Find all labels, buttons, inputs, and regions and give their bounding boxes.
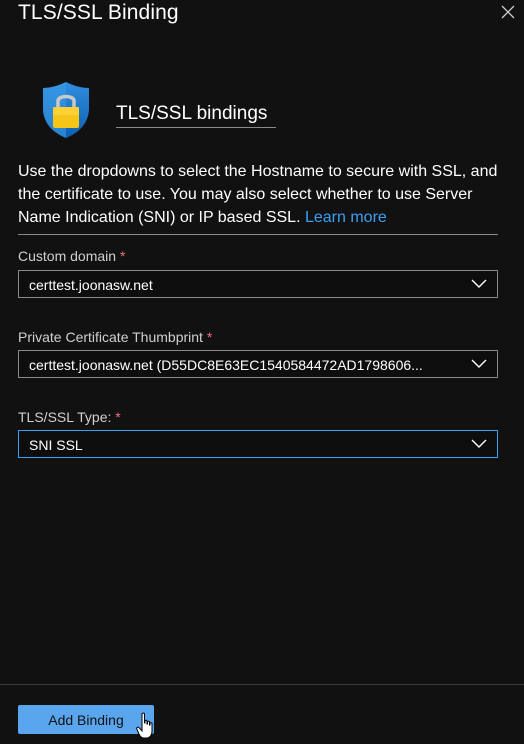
chevron-down-icon <box>471 279 487 288</box>
chevron-down-icon <box>471 439 487 448</box>
section-title: TLS/SSL bindings <box>116 103 268 124</box>
footer-divider <box>0 684 524 685</box>
panel-title: TLS/SSL Binding <box>18 1 179 24</box>
shield-lock-icon <box>43 82 89 138</box>
divider <box>18 234 498 235</box>
learn-more-link[interactable]: Learn more <box>305 209 387 226</box>
thumbprint-value: certtest.joonasw.net (D55DC8E63EC1540584… <box>29 357 423 373</box>
thumbprint-dropdown[interactable]: certtest.joonasw.net (D55DC8E63EC1540584… <box>18 350 498 378</box>
ssl-type-value: SNI SSL <box>29 437 83 453</box>
chevron-down-icon <box>471 359 487 368</box>
required-marker: * <box>119 248 126 264</box>
thumbprint-label: Private Certificate Thumbprint * <box>18 329 213 345</box>
hand-cursor-icon <box>136 712 153 739</box>
description-text: Use the dropdowns to select the Hostname… <box>18 163 498 226</box>
section-title-underline <box>116 127 276 128</box>
required-marker: * <box>115 409 121 425</box>
custom-domain-value: certtest.joonasw.net <box>29 277 153 293</box>
close-icon[interactable] <box>498 2 518 22</box>
custom-domain-label: Custom domain * <box>18 248 126 264</box>
ssl-type-label: TLS/SSL Type: * <box>18 409 121 425</box>
required-marker: * <box>206 329 213 345</box>
ssl-type-dropdown[interactable]: SNI SSL <box>18 430 498 458</box>
add-binding-button[interactable]: Add Binding <box>18 705 154 734</box>
description: Use the dropdowns to select the Hostname… <box>18 160 504 229</box>
custom-domain-dropdown[interactable]: certtest.joonasw.net <box>18 270 498 298</box>
